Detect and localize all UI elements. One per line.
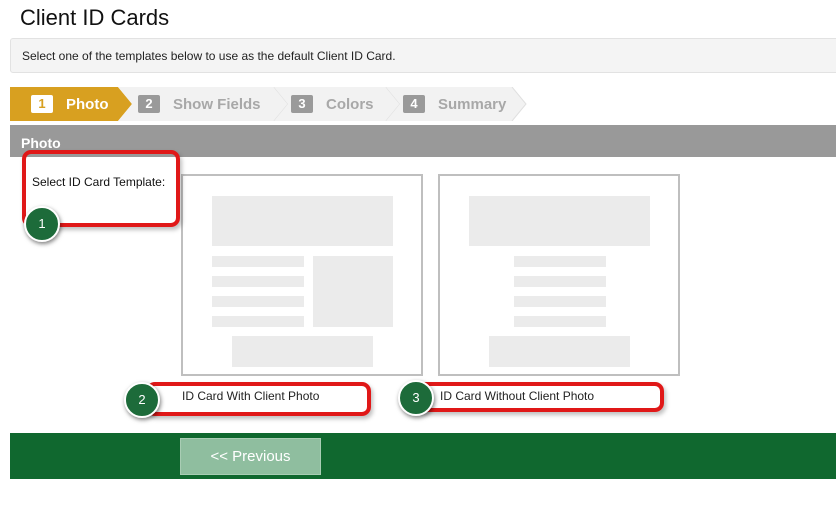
field-placeholder: [514, 296, 606, 307]
step-label: Summary: [438, 95, 507, 113]
instructions-box: Select one of the templates below to use…: [10, 38, 836, 73]
field-placeholder: [514, 276, 606, 287]
field-placeholder: [212, 256, 304, 267]
wizard-steps: 1 Photo 2 Show Fields 3 Colors 4 Summary: [10, 87, 836, 121]
instructions-text: Select one of the templates below to use…: [22, 49, 396, 63]
field-placeholder: [514, 256, 606, 267]
card-header-placeholder: [469, 196, 650, 246]
step-photo[interactable]: 1 Photo: [10, 87, 135, 121]
field-placeholder: [212, 296, 304, 307]
annotation-badge-2: 2: [124, 382, 160, 418]
id-card-with-client-photo[interactable]: [181, 174, 423, 376]
step-number: 1: [31, 95, 53, 113]
photo-placeholder: [313, 256, 393, 327]
step-number: 4: [403, 95, 425, 113]
section-title: Photo: [21, 135, 61, 151]
annotation-badge-3: 3: [398, 380, 434, 416]
field-placeholder: [514, 316, 606, 327]
step-label: Show Fields: [173, 95, 261, 113]
step-summary[interactable]: 4 Summary: [386, 87, 536, 121]
annotation-highlight-3: [416, 382, 664, 412]
step-label: Colors: [326, 95, 374, 113]
step-show-fields[interactable]: 2 Show Fields: [118, 87, 298, 121]
footer-bar: [10, 433, 836, 479]
previous-button[interactable]: << Previous: [180, 438, 321, 475]
step-label: Photo: [66, 95, 109, 113]
card-header-placeholder: [212, 196, 393, 246]
page-title: Client ID Cards: [20, 5, 170, 30]
annotation-highlight-2: [146, 382, 371, 416]
step-number: 2: [138, 95, 160, 113]
card-footer-placeholder: [489, 336, 630, 367]
card-footer-placeholder: [232, 336, 373, 367]
annotation-badge-1: 1: [24, 206, 60, 242]
step-number: 3: [291, 95, 313, 113]
field-placeholder: [212, 316, 304, 327]
id-card-without-client-photo[interactable]: [438, 174, 680, 376]
field-placeholder: [212, 276, 304, 287]
